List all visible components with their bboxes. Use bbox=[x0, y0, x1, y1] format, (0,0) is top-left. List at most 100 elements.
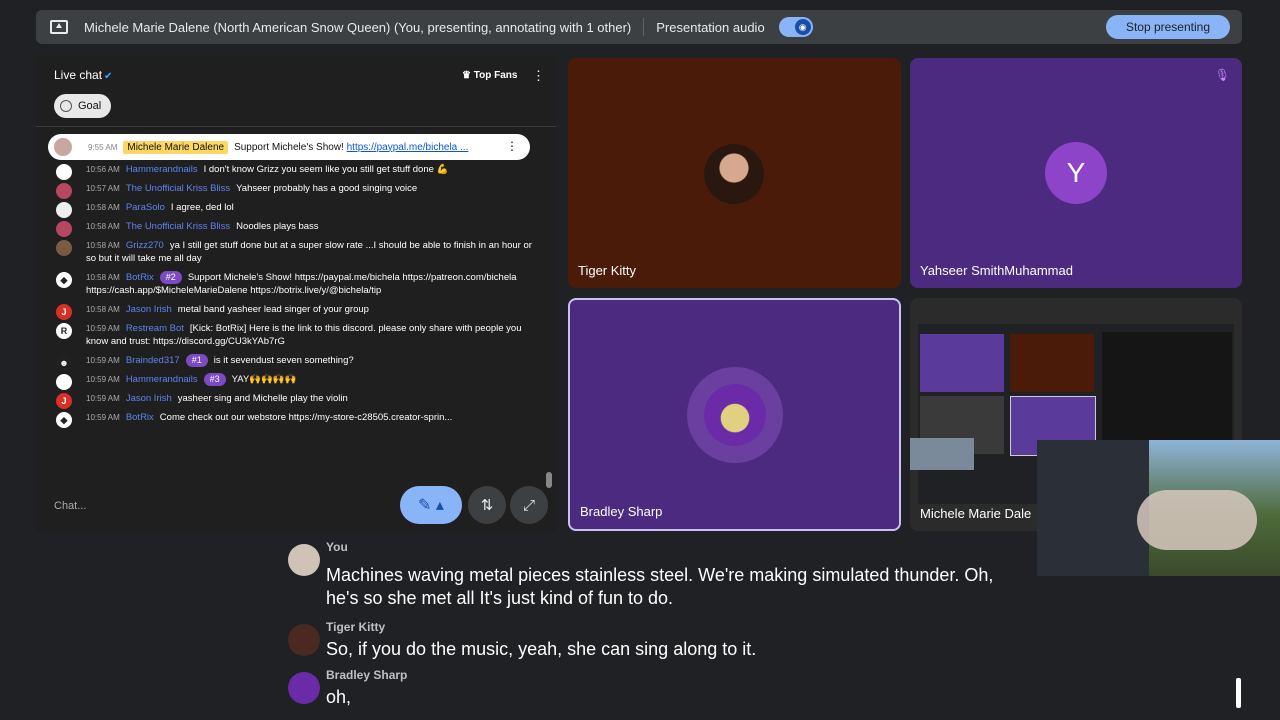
preview-tile bbox=[920, 334, 1004, 392]
chat-header-label: Live chat bbox=[54, 68, 103, 82]
swap-button[interactable]: ⇅ bbox=[468, 486, 506, 524]
message-author[interactable]: The Unofficial Kriss Bliss bbox=[126, 183, 230, 194]
divider bbox=[36, 126, 556, 127]
participant-avatar bbox=[704, 384, 766, 446]
message-text: Yahseer probably has a good singing voic… bbox=[236, 183, 418, 194]
avatar bbox=[288, 672, 320, 704]
participant-tile[interactable]: Bradley Sharp bbox=[568, 298, 901, 531]
message-author[interactable]: BotRix bbox=[126, 272, 154, 283]
avatar bbox=[56, 202, 72, 218]
message-text: I don't know Grizz you seem like you sti… bbox=[203, 164, 449, 175]
participant-name: Bradley Sharp bbox=[580, 504, 663, 519]
message-author[interactable]: Jason Irish bbox=[126, 304, 172, 315]
captions-scrollbar[interactable] bbox=[1236, 678, 1241, 708]
message-time: 10:56 AM bbox=[86, 165, 120, 174]
checkmark-icon: ✔ bbox=[104, 71, 113, 82]
goal-icon bbox=[60, 100, 72, 112]
message-text: YAY🙌🙌🙌🙌 bbox=[231, 374, 297, 385]
message-time: 10:58 AM bbox=[86, 222, 120, 231]
stop-presenting-button[interactable]: Stop presenting bbox=[1105, 15, 1230, 39]
chat-message: ◆ 10:59 AM BotRix Come check out our websto… bbox=[36, 408, 546, 428]
participant-tile[interactable]: Y 🎙 Yahseer SmithMuhammad bbox=[910, 58, 1242, 288]
participant-tile[interactable]: Tiger Kitty bbox=[568, 58, 901, 288]
message-time: 10:58 AM bbox=[86, 305, 120, 314]
caption-speaker: You bbox=[326, 540, 348, 554]
camera-preview bbox=[910, 438, 974, 470]
chat-input[interactable]: Chat... bbox=[54, 500, 86, 512]
more-options-icon[interactable]: ⋮ bbox=[532, 68, 545, 84]
chat-message: ◆ 10:58 AM BotRix #2 Support Michele's Show!… bbox=[36, 268, 546, 300]
message-author[interactable]: Restream Bot bbox=[126, 323, 184, 334]
avatar bbox=[56, 221, 72, 237]
presenting-title: Michele Marie Dalene (North American Sno… bbox=[84, 19, 632, 35]
chat-message: J 10:58 AM Jason Irish metal band yasheer l… bbox=[36, 300, 546, 320]
message-text: I agree, ded lol bbox=[170, 202, 234, 213]
goal-button[interactable]: Goal bbox=[54, 94, 112, 118]
message-time: 10:59 AM bbox=[86, 394, 120, 403]
avatar: ☻ bbox=[56, 355, 72, 371]
message-author[interactable]: Hammerandnails bbox=[126, 164, 198, 175]
participant-name: Tiger Kitty bbox=[578, 263, 637, 278]
message-author[interactable]: Hammerandnails bbox=[126, 374, 198, 385]
pinned-message[interactable]: 9:55 AM Michele Marie Dalene Support Mic… bbox=[48, 134, 530, 160]
avatar: ◆ bbox=[56, 412, 72, 428]
presentation-audio-toggle[interactable]: ◉ bbox=[778, 17, 813, 37]
avatar bbox=[288, 624, 320, 656]
caption-text: oh, bbox=[326, 687, 352, 707]
mic-off-icon: 🎙 bbox=[1214, 68, 1230, 82]
swap-icon: ⇅ bbox=[480, 497, 494, 514]
present-screen-icon bbox=[50, 20, 68, 34]
chat-header[interactable]: Live chat ✔ bbox=[54, 68, 112, 82]
avatar bbox=[56, 374, 72, 390]
pen-icon: ✎ ▴ bbox=[418, 497, 444, 514]
chat-message: 10:59 AM Hammerandnails #3 YAY🙌🙌🙌🙌 bbox=[36, 370, 546, 390]
caption-text: Machines waving metal pieces stainless s… bbox=[326, 565, 994, 608]
message-time: 10:58 AM bbox=[86, 203, 120, 212]
message-author[interactable]: Brainded317 bbox=[126, 355, 180, 366]
rank-badge: #3 bbox=[203, 373, 226, 386]
chat-message: 10:57 AM The Unofficial Kriss Bliss Yahsee… bbox=[36, 179, 546, 199]
expand-button[interactable]: ⤢ bbox=[510, 486, 548, 524]
message-time: 10:59 AM bbox=[86, 356, 120, 365]
message-author[interactable]: The Unofficial Kriss Bliss bbox=[126, 221, 230, 232]
message-author[interactable]: BotRix bbox=[126, 412, 154, 423]
top-fans-label: Top Fans bbox=[473, 70, 518, 81]
avatar bbox=[54, 138, 72, 156]
message-text: Support Michele's Show! https://paypal.m… bbox=[234, 142, 468, 153]
goal-label: Goal bbox=[78, 100, 102, 112]
message-time: 9:55 AM bbox=[88, 142, 118, 152]
message-author[interactable]: Grizz270 bbox=[126, 240, 164, 251]
caption-text: So, if you do the music, yeah, she can s… bbox=[326, 639, 757, 659]
message-body: Support Michele's Show! bbox=[234, 141, 347, 153]
speaker-icon: ◉ bbox=[794, 19, 811, 35]
chat-message: ☻ 10:59 AM Brainded317 #1 is it sevendust se… bbox=[36, 351, 546, 371]
message-text: Come check out our webstore https://my-s… bbox=[159, 412, 453, 423]
avatar bbox=[56, 164, 72, 180]
participant-name: Michele Marie Dale bbox=[920, 506, 1032, 521]
rank-badge: #1 bbox=[185, 354, 208, 367]
participant-name: Yahseer SmithMuhammad bbox=[920, 263, 1073, 278]
message-text: metal band yasheer lead singer of your g… bbox=[177, 304, 369, 315]
captions-area: You Machines waving metal pieces stainle… bbox=[0, 538, 1280, 720]
message-link[interactable]: https://paypal.me/bichela ... bbox=[347, 142, 469, 153]
avatar bbox=[288, 544, 320, 576]
message-author[interactable]: Jason Irish bbox=[126, 393, 172, 404]
chat-message: 10:56 AM Hammerandnails I don't know Grizz… bbox=[36, 160, 546, 180]
avatar bbox=[56, 240, 72, 256]
presentation-audio-label: Presentation audio bbox=[656, 19, 765, 35]
chat-message: J 10:59 AM Jason Irish yasheer sing and Mic… bbox=[36, 389, 546, 409]
avatar bbox=[56, 183, 72, 199]
avatar: J bbox=[56, 304, 72, 320]
avatar: R bbox=[56, 323, 72, 339]
chat-message: 10:58 AM The Unofficial Kriss Bliss Noodle… bbox=[36, 217, 546, 237]
message-author[interactable]: ParaSolo bbox=[126, 202, 165, 213]
expand-icon: ⤢ bbox=[522, 496, 535, 514]
annotation-pen-button[interactable]: ✎ ▴ bbox=[400, 486, 462, 524]
message-time: 10:57 AM bbox=[86, 184, 120, 193]
chat-scrollbar[interactable] bbox=[546, 472, 552, 488]
preview-tile bbox=[1010, 334, 1094, 392]
top-fans-button[interactable]: ♛ Top Fans bbox=[462, 70, 517, 81]
more-options-icon[interactable]: ⋮ bbox=[506, 139, 518, 153]
chat-message: R 10:59 AM Restream Bot [Kick: BotRix] Here… bbox=[36, 319, 546, 351]
divider bbox=[643, 18, 645, 36]
